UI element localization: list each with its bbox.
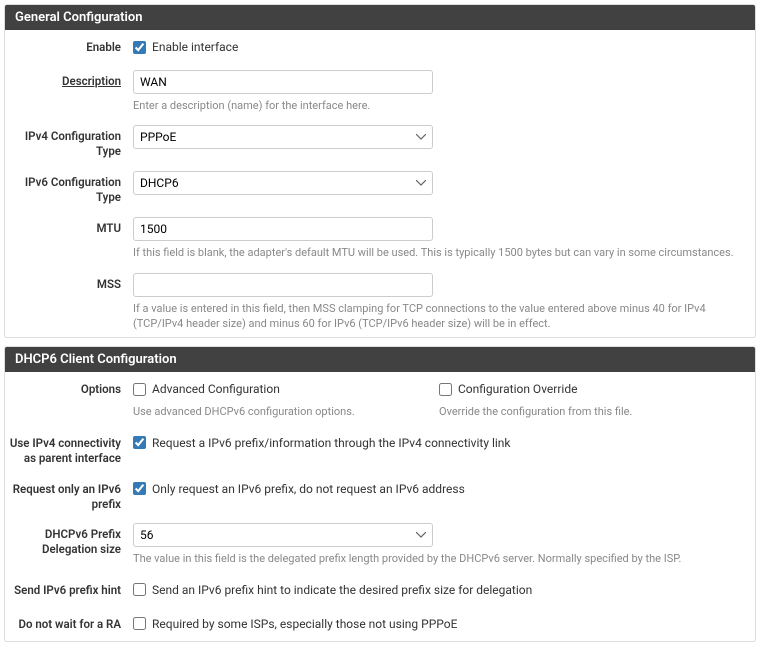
general-config-header: General Configuration <box>5 5 755 30</box>
ipv4-parent-row[interactable]: Request a IPv6 prefix/information throug… <box>133 432 745 454</box>
no-wait-ra-checkbox[interactable] <box>133 617 146 630</box>
advanced-config-row[interactable]: Advanced Configuration <box>133 378 439 400</box>
config-override-text: Configuration Override <box>458 382 577 396</box>
advanced-config-help: Use advanced DHCPv6 configuration option… <box>133 404 439 419</box>
description-input[interactable] <box>133 70 433 94</box>
only-prefix-text: Only request an IPv6 prefix, do not requ… <box>152 482 465 496</box>
advanced-config-text: Advanced Configuration <box>152 382 280 396</box>
enable-interface-checkbox-row[interactable]: Enable interface <box>133 36 745 58</box>
enable-label: Enable <box>5 36 133 55</box>
enable-interface-checkbox[interactable] <box>133 41 146 54</box>
pd-size-help: The value in this field is the delegated… <box>133 551 745 566</box>
no-wait-ra-row[interactable]: Required by some ISPs, especially those … <box>133 613 745 635</box>
ipv6-type-label: IPv6 Configuration Type <box>5 171 133 205</box>
dhcp6-config-panel: DHCP6 Client Configuration Options Advan… <box>4 346 756 642</box>
mtu-input[interactable] <box>133 217 433 241</box>
ipv4-type-select[interactable]: PPPoE <box>133 125 433 149</box>
only-prefix-row[interactable]: Only request an IPv6 prefix, do not requ… <box>133 478 745 500</box>
prefix-hint-label: Send IPv6 prefix hint <box>5 579 133 598</box>
no-wait-ra-text: Required by some ISPs, especially those … <box>152 617 457 631</box>
no-wait-ra-label: Do not wait for a RA <box>5 613 133 632</box>
ipv4-parent-label: Use IPv4 connectivity as parent interfac… <box>5 432 133 466</box>
ipv4-parent-checkbox[interactable] <box>133 436 146 449</box>
prefix-hint-text: Send an IPv6 prefix hint to indicate the… <box>152 583 532 597</box>
prefix-hint-row[interactable]: Send an IPv6 prefix hint to indicate the… <box>133 579 745 601</box>
pd-size-label: DHCPv6 Prefix Delegation size <box>5 523 133 557</box>
mtu-label: MTU <box>5 217 133 236</box>
config-override-row[interactable]: Configuration Override <box>439 378 745 400</box>
config-override-checkbox[interactable] <box>439 383 452 396</box>
mtu-help: If this field is blank, the adapter's de… <box>133 245 745 260</box>
advanced-config-checkbox[interactable] <box>133 383 146 396</box>
enable-interface-text: Enable interface <box>152 40 238 54</box>
options-label: Options <box>5 378 133 397</box>
ipv6-type-select[interactable]: DHCP6 <box>133 171 433 195</box>
dhcp6-config-header: DHCP6 Client Configuration <box>5 347 755 372</box>
general-config-panel: General Configuration Enable Enable inte… <box>4 4 756 338</box>
pd-size-select[interactable]: 56 <box>133 523 433 547</box>
description-help: Enter a description (name) for the inter… <box>133 98 745 113</box>
only-prefix-label: Request only an IPv6 prefix <box>5 478 133 512</box>
mss-label: MSS <box>5 273 133 292</box>
mss-input[interactable] <box>133 273 433 297</box>
only-prefix-checkbox[interactable] <box>133 482 146 495</box>
config-override-help: Override the configuration from this fil… <box>439 404 745 419</box>
prefix-hint-checkbox[interactable] <box>133 583 146 596</box>
ipv4-type-label: IPv4 Configuration Type <box>5 125 133 159</box>
description-label: Description <box>5 70 133 89</box>
mss-help: If a value is entered in this field, the… <box>133 301 745 332</box>
ipv4-parent-text: Request a IPv6 prefix/information throug… <box>152 436 511 450</box>
